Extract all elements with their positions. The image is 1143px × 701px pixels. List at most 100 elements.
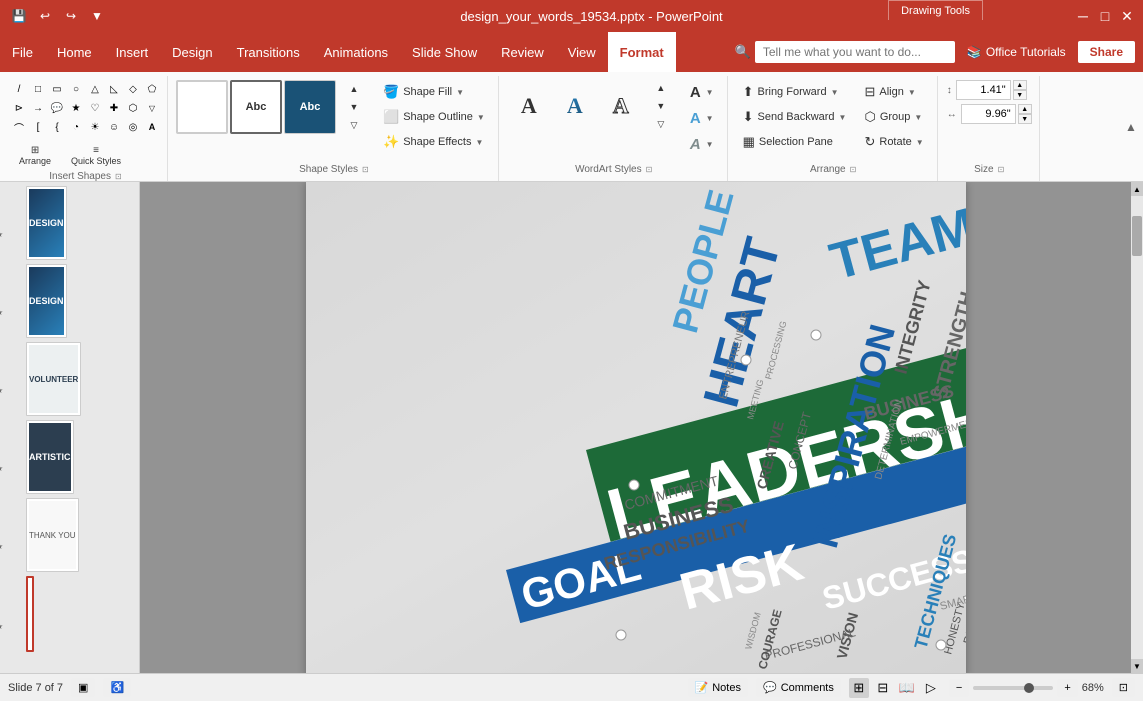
bring-forward-arrow[interactable]: ▼: [831, 88, 839, 97]
shape-diamond[interactable]: ◇: [124, 80, 142, 98]
style-preview-2[interactable]: Abc: [230, 80, 282, 134]
shape-styles-expand[interactable]: ⊡: [362, 165, 369, 174]
text-outline-arrow[interactable]: ▼: [706, 114, 714, 123]
share-btn[interactable]: Share: [1078, 41, 1135, 63]
align-btn[interactable]: ⊟ Align ▼: [857, 80, 930, 104]
shape-smiley[interactable]: ☺: [105, 118, 123, 136]
fit-window-btn[interactable]: ⊡: [1112, 678, 1135, 697]
wordart-scroll-up[interactable]: ▲: [645, 80, 677, 96]
rotate-btn[interactable]: ↻ Rotate ▼: [857, 130, 930, 154]
slide-thumb-4[interactable]: VOLUNTEER: [26, 342, 81, 416]
notes-btn[interactable]: 📝 Notes: [688, 678, 748, 697]
text-effects-arrow[interactable]: ▼: [706, 140, 714, 149]
group-btn[interactable]: ⬡ Group ▼: [857, 105, 930, 129]
scroll-thumb[interactable]: [1132, 216, 1142, 256]
slide-thumb-3[interactable]: DESIGN: [26, 264, 67, 338]
reading-view-btn[interactable]: 📖: [897, 678, 917, 698]
text-outline-btn[interactable]: A ▼: [683, 106, 721, 131]
arrange-expand[interactable]: ⊡: [850, 165, 857, 174]
menu-home[interactable]: Home: [45, 32, 104, 72]
send-backward-arrow[interactable]: ▼: [839, 113, 847, 122]
send-backward-btn[interactable]: ⬇ Send Backward ▼: [736, 105, 854, 129]
slideshow-btn[interactable]: ▷: [921, 678, 941, 698]
height-down[interactable]: ▼: [1013, 90, 1027, 100]
slide-thumb-7[interactable]: LEADERSHIP TEAMWORK: [26, 576, 34, 652]
wordart-style-1[interactable]: A: [507, 84, 551, 128]
slide-thumb-6[interactable]: THANK YOU: [26, 498, 79, 572]
wordart-styles-expand[interactable]: ⊡: [646, 165, 653, 174]
shape-line[interactable]: /: [10, 80, 28, 98]
menu-design[interactable]: Design: [160, 32, 224, 72]
rotate-arrow[interactable]: ▼: [916, 138, 924, 147]
undo-quick-btn[interactable]: ↩: [34, 5, 56, 27]
shape-more[interactable]: ▽: [143, 99, 161, 117]
style-preview-1[interactable]: [176, 80, 228, 134]
slide-thumb-2[interactable]: DESIGN: [26, 186, 67, 260]
shape-arc[interactable]: ⌒: [10, 118, 28, 136]
shape-chevron[interactable]: ⊳: [10, 99, 28, 117]
comments-btn[interactable]: 💬 Comments: [756, 678, 841, 697]
shape-fill-btn[interactable]: 🪣 Shape Fill ▼: [376, 80, 492, 104]
menu-insert[interactable]: Insert: [104, 32, 161, 72]
width-down[interactable]: ▼: [1018, 114, 1032, 124]
text-fill-arrow[interactable]: ▼: [706, 88, 714, 97]
wordart-style-3[interactable]: A: [599, 84, 643, 128]
text-effects-btn[interactable]: A ▼: [683, 132, 721, 157]
shape-fill-arrow[interactable]: ▼: [456, 88, 464, 97]
shape-oval[interactable]: ○: [67, 80, 85, 98]
redo-quick-btn[interactable]: ↪: [60, 5, 82, 27]
save-quick-btn[interactable]: 💾: [8, 5, 30, 27]
arrange-btn[interactable]: ⊞ Arrange: [10, 142, 60, 169]
wordart-scroll-down[interactable]: ▼: [645, 98, 677, 114]
shape-tri[interactable]: △: [86, 80, 104, 98]
shape-outline-arrow[interactable]: ▼: [477, 113, 485, 122]
menu-format[interactable]: Format: [608, 32, 676, 72]
restore-btn[interactable]: □: [1097, 8, 1113, 24]
menu-file[interactable]: File: [0, 32, 45, 72]
align-arrow[interactable]: ▼: [908, 88, 916, 97]
shape-callout[interactable]: 💬: [48, 99, 66, 117]
zoom-out-btn[interactable]: −: [949, 679, 969, 697]
normal-view-btn[interactable]: ⊞: [849, 678, 869, 698]
accessibility-btn[interactable]: ♿: [103, 678, 131, 697]
wordart-expand[interactable]: ▽: [645, 116, 677, 132]
office-tutorials-btn[interactable]: 📚 Office Tutorials: [959, 41, 1074, 63]
close-btn[interactable]: ✕: [1119, 8, 1135, 24]
shape-cross[interactable]: ✚: [105, 99, 123, 117]
slide-sorter-btn[interactable]: ⊟: [873, 678, 893, 698]
bring-forward-btn[interactable]: ⬆ Bring Forward ▼: [736, 80, 854, 104]
width-input[interactable]: [961, 104, 1016, 124]
text-fill-btn[interactable]: A ▼: [683, 80, 721, 105]
shape-heart[interactable]: ♡: [86, 99, 104, 117]
shape-cube[interactable]: ⬡: [124, 99, 142, 117]
shape-moon[interactable]: ◔: [67, 118, 85, 136]
height-up[interactable]: ▲: [1013, 80, 1027, 90]
shape-outline-btn[interactable]: ⬜ Shape Outline ▼: [376, 105, 492, 129]
shape-text[interactable]: A: [143, 118, 161, 136]
ribbon-collapse-btn[interactable]: ▲: [1123, 119, 1139, 135]
zoom-in-btn[interactable]: +: [1057, 679, 1077, 697]
width-up[interactable]: ▲: [1018, 104, 1032, 114]
canvas-area[interactable]: TEAMWORK LEADERSHIP GOAL RISK SUCCESS BU…: [140, 182, 1131, 673]
shape-effects-arrow[interactable]: ▼: [475, 138, 483, 147]
menu-animations[interactable]: Animations: [312, 32, 400, 72]
size-expand[interactable]: ⊡: [998, 165, 1005, 174]
wordart-style-2[interactable]: A: [553, 84, 597, 128]
styles-expand[interactable]: ▽: [338, 117, 370, 133]
selection-pane-btn[interactable]: ▦ Selection Pane: [736, 130, 854, 154]
slide-view-icon[interactable]: ▣: [71, 678, 95, 697]
menu-slideshow[interactable]: Slide Show: [400, 32, 489, 72]
styles-scroll-up[interactable]: ▲: [338, 81, 370, 97]
search-input[interactable]: [755, 41, 955, 63]
scroll-up-btn[interactable]: ▲: [1131, 182, 1143, 196]
style-preview-3[interactable]: Abc: [284, 80, 336, 134]
styles-scroll-down[interactable]: ▼: [338, 99, 370, 115]
scroll-down-btn[interactable]: ▼: [1131, 659, 1143, 673]
customize-quick-btn[interactable]: ▼: [86, 5, 108, 27]
shape-donut[interactable]: ◎: [124, 118, 142, 136]
shape-star[interactable]: ★: [67, 99, 85, 117]
shape-rect[interactable]: □: [29, 80, 47, 98]
quick-styles-btn[interactable]: ≡ Quick Styles: [62, 142, 130, 169]
shape-arrow[interactable]: →: [29, 99, 47, 117]
shape-effects-btn[interactable]: ✨ Shape Effects ▼: [376, 130, 492, 154]
